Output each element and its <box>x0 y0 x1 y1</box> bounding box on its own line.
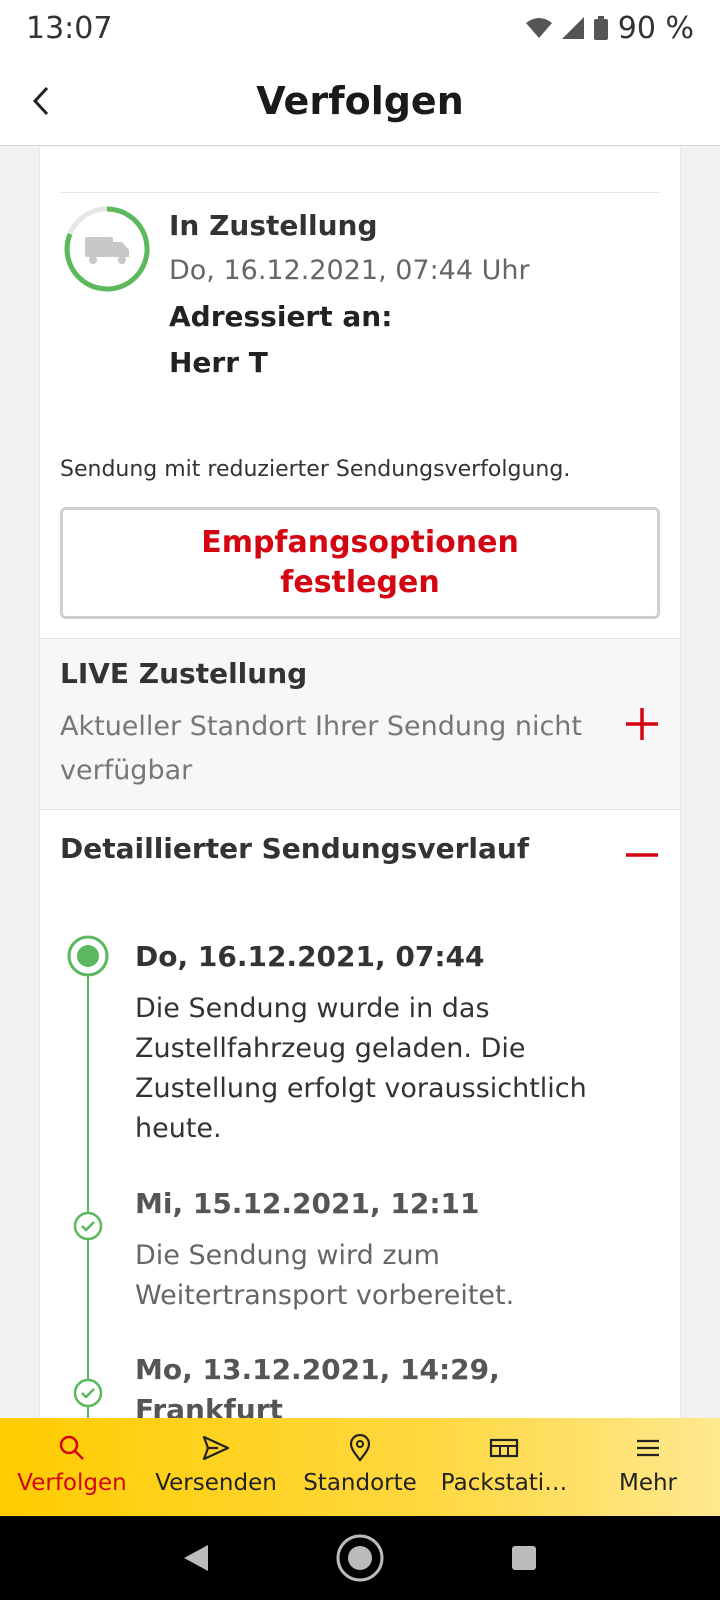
reduced-tracking-note: Sendung mit reduzierter Sendungsverfolgu… <box>60 457 571 482</box>
status-icons: 90 % <box>525 10 694 46</box>
addressed-label: Adressiert an: <box>169 300 393 333</box>
nav-item-versenden[interactable]: Versenden <box>144 1418 288 1516</box>
system-back-icon[interactable] <box>182 1543 210 1573</box>
system-home-icon[interactable] <box>335 1533 385 1583</box>
page-title: Verfolgen <box>256 78 464 123</box>
timeline-description: Die Sendung wurde in das Zustellfahrzeug… <box>135 993 587 1144</box>
timeline-date: Mi, 15.12.2021, 12:11 <box>135 1187 480 1220</box>
app-bar: Verfolgen <box>0 56 720 146</box>
content-scroll-area[interactable]: In Zustellung Do, 16.12.2021, 07:44 Uhr … <box>0 147 720 1418</box>
delivery-truck-icon <box>85 237 129 264</box>
nav-label: Packstati… <box>440 1470 568 1496</box>
timeline-current-dot-icon <box>67 935 109 977</box>
live-delivery-subtitle: Aktueller Standort Ihrer Sendung nicht v… <box>60 711 583 786</box>
expand-plus-icon[interactable] <box>622 704 662 744</box>
wifi-icon <box>525 18 552 38</box>
status-time: 13:07 <box>26 10 113 46</box>
nav-item-standorte[interactable]: Standorte <box>288 1418 432 1516</box>
timeline-entry: Mo, 13.12.2021, 14:29, Frankfurt <box>135 1350 655 1418</box>
search-icon <box>59 1435 84 1460</box>
collapse-minus-icon[interactable] <box>622 840 662 870</box>
shipment-status: In Zustellung <box>169 209 378 242</box>
nav-item-verfolgen[interactable]: Verfolgen <box>0 1418 144 1516</box>
timeline-description: Die Sendung wird zum Weitertransport vor… <box>135 1240 515 1311</box>
signal-icon <box>561 17 584 39</box>
shipment-datetime: Do, 16.12.2021, 07:44 Uhr <box>169 255 530 286</box>
back-button[interactable] <box>14 74 68 128</box>
system-recents-icon[interactable] <box>510 1544 538 1572</box>
status-bar: 13:07 90 % <box>0 0 720 56</box>
battery-icon <box>593 16 608 40</box>
packstation-icon <box>489 1438 519 1458</box>
delivery-status-ring <box>64 206 150 292</box>
check-circle-icon <box>73 1211 103 1241</box>
addressee-name: Herr T <box>169 346 268 379</box>
system-navigation-bar <box>0 1516 720 1600</box>
nav-label: Versenden <box>155 1470 277 1496</box>
check-circle-icon <box>73 1378 103 1408</box>
live-delivery-section[interactable]: LIVE Zustellung Aktueller Standort Ihrer… <box>40 638 680 810</box>
bottom-navigation: Verfolgen Versenden Standorte Packstati…… <box>0 1418 720 1516</box>
divider <box>60 192 660 193</box>
timeline-date: Mo, 13.12.2021, 14:29, Frankfurt <box>135 1353 500 1418</box>
nav-label: Verfolgen <box>17 1470 127 1496</box>
nav-item-mehr[interactable]: Mehr <box>576 1418 720 1516</box>
timeline-entry: Mi, 15.12.2021, 12:11 Die Sendung wird z… <box>135 1184 655 1316</box>
live-delivery-title: LIVE Zustellung <box>60 657 308 690</box>
nav-label: Mehr <box>618 1470 678 1496</box>
send-icon <box>202 1435 230 1461</box>
timeline-entry: Do, 16.12.2021, 07:44 Die Sendung wurde … <box>135 937 655 1149</box>
history-title: Detaillierter Sendungsverlauf <box>60 832 529 865</box>
shipment-status-block: In Zustellung Do, 16.12.2021, 07:44 Uhr … <box>169 205 530 387</box>
location-pin-icon <box>349 1434 371 1462</box>
nav-label: Standorte <box>303 1470 417 1496</box>
timeline-line <box>87 967 89 1418</box>
menu-icon <box>637 1439 659 1457</box>
back-arrow-icon <box>32 86 49 116</box>
nav-item-packstation[interactable]: Packstati… <box>432 1418 576 1516</box>
battery-level: 90 % <box>617 10 694 46</box>
shipment-card: In Zustellung Do, 16.12.2021, 07:44 Uhr … <box>40 147 680 1418</box>
timeline-date: Do, 16.12.2021, 07:44 <box>135 940 485 973</box>
delivery-options-button[interactable]: Empfangsoptionen festlegen <box>60 507 660 619</box>
